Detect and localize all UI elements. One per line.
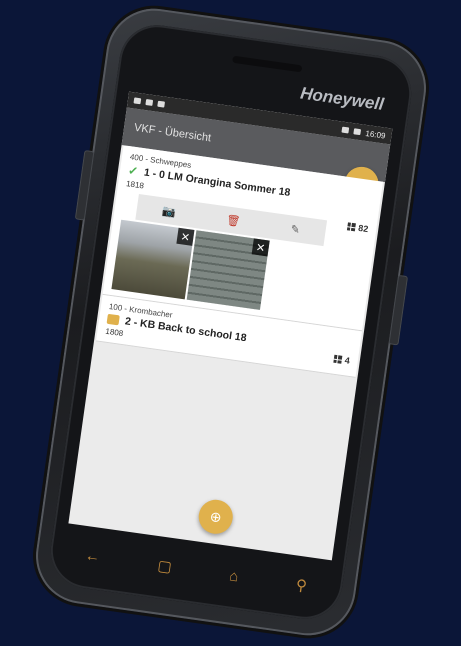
wifi-icon	[341, 126, 350, 134]
search-icon[interactable]: ⚲	[295, 576, 308, 595]
notification-icon	[157, 100, 166, 108]
count-value: 82	[357, 222, 369, 235]
page-title: VKF - Übersicht	[133, 121, 212, 145]
add-fab-button[interactable]: ⊕	[196, 497, 235, 536]
count-value: 4	[344, 355, 351, 366]
notification-icon	[133, 97, 142, 105]
photo-thumbnail[interactable]: ✕	[111, 219, 195, 300]
pencil-icon[interactable]: ✎	[290, 222, 301, 236]
back-nav-icon[interactable]: ←	[84, 547, 101, 566]
battery-icon	[353, 128, 362, 136]
camera-icon	[106, 313, 120, 326]
checkmark-icon: ✓	[127, 163, 140, 179]
grid-icon	[333, 354, 343, 364]
notification-icon	[145, 99, 154, 106]
close-icon[interactable]: ✕	[176, 227, 195, 246]
status-time: 16:09	[364, 128, 387, 141]
item-count: 82	[346, 221, 369, 235]
plus-circle-icon: ⊕	[208, 507, 223, 526]
grid-icon	[346, 222, 356, 232]
photo-thumbnail[interactable]: ✕	[186, 230, 270, 310]
home-icon[interactable]: ⌂	[228, 567, 239, 585]
recent-apps-icon[interactable]: ▢	[156, 556, 173, 576]
close-icon[interactable]: ✕	[251, 238, 270, 257]
trash-icon[interactable]: 🗑	[226, 213, 242, 228]
camera-icon[interactable]: 📷	[161, 204, 176, 219]
handheld-device: Honeywell 16:09 VKF - Übersicht ← 400 - …	[29, 2, 433, 642]
item-count: 4	[333, 354, 350, 366]
